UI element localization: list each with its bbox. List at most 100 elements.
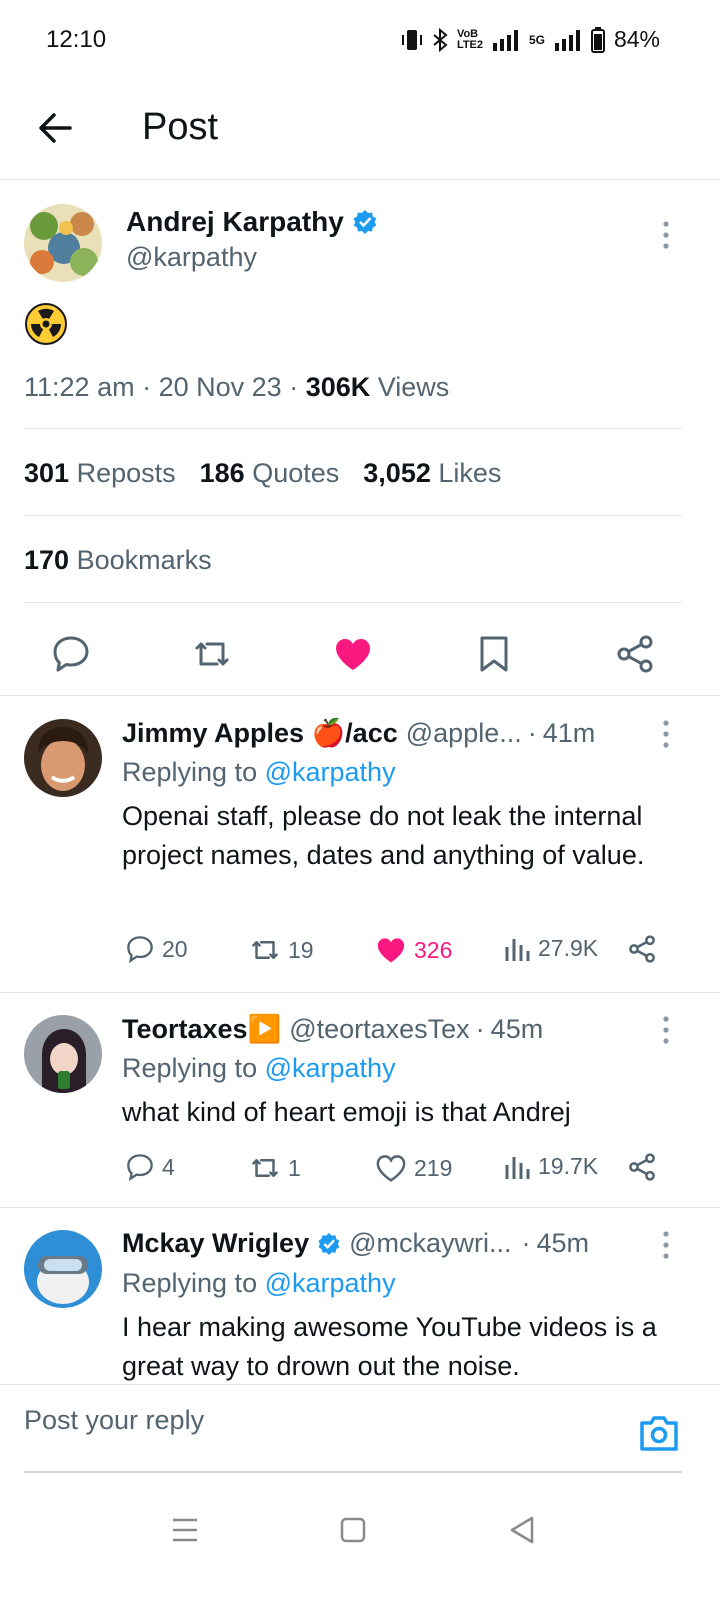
reply-views-button[interactable]: 27.9K: [504, 933, 598, 963]
reply-author-handle[interactable]: @mckaywri...: [349, 1228, 511, 1259]
replying-mention[interactable]: @karpathy: [265, 757, 396, 787]
square-icon: [340, 1517, 366, 1543]
radioactive-icon: [25, 303, 67, 345]
reply-header: Mckay Wrigley @mckaywri... · 45m: [122, 1228, 589, 1259]
analytics-icon: [505, 939, 530, 961]
bookmark-button[interactable]: [472, 632, 516, 676]
reply-more-button[interactable]: [656, 717, 676, 751]
camera-icon: [640, 1416, 678, 1451]
analytics-icon: [505, 1157, 530, 1179]
reply-time: 45m: [490, 1013, 544, 1044]
status-time: 12:10: [46, 26, 107, 53]
reply-comment-button[interactable]: 20: [124, 933, 188, 965]
more-vertical-icon: [663, 1231, 669, 1259]
reply-item[interactable]: Jimmy Apples 🍎/acc @apple... · 41m Reply…: [0, 697, 720, 993]
reply-views-button[interactable]: 19.7K: [504, 1151, 598, 1181]
replying-mention[interactable]: @karpathy: [265, 1053, 396, 1083]
reply-item[interactable]: Mckay Wrigley @mckaywri... · 45m Replyin…: [0, 1208, 720, 1384]
divider: [24, 515, 682, 516]
replying-prefix: Replying to: [122, 1053, 258, 1083]
reply-author-name[interactable]: Teortaxes▶️: [122, 1013, 281, 1045]
quotes-stat[interactable]: 186 Quotes: [200, 458, 340, 489]
quotes-count: 186: [199, 458, 245, 488]
author-name-text: Andrej Karpathy: [126, 206, 344, 237]
views-label[interactable]: Views: [378, 372, 450, 402]
reply-author-handle[interactable]: @apple...: [406, 718, 522, 749]
post-more-button[interactable]: [656, 218, 676, 252]
home-button[interactable]: [333, 1510, 373, 1550]
reply-author-handle[interactable]: @teortaxesTex: [289, 1014, 469, 1045]
comment-icon: [127, 936, 153, 964]
reply-dot: ·: [527, 717, 537, 748]
reply-share-button[interactable]: [626, 933, 658, 965]
divider: [24, 602, 682, 603]
reply-avatar[interactable]: [24, 1015, 102, 1093]
comment-count: 4: [162, 1153, 175, 1180]
comment-icon: [53, 636, 89, 672]
reply-text: I hear making awesome YouTube videos is …: [122, 1312, 657, 1381]
reply-underline: [24, 1471, 682, 1473]
more-vertical-icon: [663, 1016, 669, 1044]
bookmarks-count: 170: [24, 545, 70, 575]
reply-dot: ·: [475, 1013, 485, 1044]
replying-mention[interactable]: @karpathy: [265, 1268, 396, 1298]
bluetooth-icon: [433, 27, 448, 52]
system-nav-bar: [0, 1480, 720, 1600]
reply-like-button[interactable]: 219: [374, 1151, 452, 1185]
recents-button[interactable]: [165, 1510, 205, 1550]
reply-author-name[interactable]: Jimmy Apples 🍎/acc: [122, 717, 398, 749]
reply-repost-button[interactable]: 1: [248, 1151, 301, 1185]
replying-to: Replying to @karpathy: [122, 757, 396, 788]
reply-like-button[interactable]: 326: [374, 933, 452, 967]
reply-more-button[interactable]: [656, 1013, 676, 1047]
heart-filled-icon: [336, 639, 370, 670]
battery-percent: 84%: [613, 26, 660, 52]
triangle-back-icon: [510, 1516, 534, 1544]
bookmarks-label: Bookmarks: [76, 545, 212, 575]
bookmark-icon: [480, 636, 508, 672]
reply-repost-button[interactable]: 19: [248, 933, 314, 967]
reply-composer: [0, 1384, 720, 1472]
views-count: 19.7K: [538, 1152, 599, 1179]
reply-time: 41m: [542, 717, 596, 748]
share-icon: [629, 935, 655, 963]
arrow-left-icon: [39, 113, 72, 143]
reply-text: what kind of heart emoji is that Andrej: [122, 1097, 571, 1127]
reply-share-button[interactable]: [626, 1151, 658, 1183]
network-label-2: 5G: [528, 32, 545, 47]
meta-separator: ·: [289, 372, 306, 402]
back-button[interactable]: [34, 106, 78, 150]
post-stats: 301 Reposts 186 Quotes 3,052 Likes: [24, 458, 501, 489]
author-handle[interactable]: @karpathy: [126, 242, 257, 273]
meta-separator: ·: [142, 372, 159, 402]
reply-header: Teortaxes▶️ @teortaxesTex · 45m: [122, 1013, 543, 1045]
reply-button[interactable]: [49, 632, 93, 676]
likes-stat[interactable]: 3,052 Likes: [363, 458, 501, 489]
reply-item[interactable]: Teortaxes▶️ @teortaxesTex · 45m Replying…: [0, 993, 720, 1208]
signal-icon-2: [554, 29, 580, 51]
system-back-button[interactable]: [502, 1510, 542, 1550]
camera-button[interactable]: [638, 1413, 680, 1453]
bookmarks-stat[interactable]: 170 Bookmarks: [24, 545, 212, 576]
like-count: 219: [414, 1154, 453, 1181]
heart-filled-icon: [377, 938, 405, 963]
reply-actions: 20 19 326 27.9K: [122, 933, 672, 973]
reply-more-button[interactable]: [656, 1228, 676, 1262]
like-button[interactable]: [331, 632, 375, 676]
author-name[interactable]: Andrej Karpathy: [126, 206, 378, 238]
reply-input[interactable]: [24, 1405, 584, 1436]
reply-author-name[interactable]: Mckay Wrigley: [122, 1228, 309, 1259]
share-button[interactable]: [613, 632, 657, 676]
reply-comment-button[interactable]: 4: [124, 1151, 175, 1183]
post-meta: 11:22 am · 20 Nov 23 · 306K Views: [24, 372, 449, 403]
author-avatar[interactable]: [24, 204, 102, 282]
replying-to: Replying to @karpathy: [122, 1053, 396, 1084]
reply-avatar[interactable]: [24, 719, 102, 797]
reposts-stat[interactable]: 301 Reposts: [24, 458, 176, 489]
reply-avatar[interactable]: [24, 1230, 102, 1308]
replying-prefix: Replying to: [122, 757, 258, 787]
reply-text: Openai staff, please do not leak the int…: [122, 801, 645, 870]
share-icon: [629, 1153, 655, 1181]
post-action-bar: [0, 620, 720, 696]
repost-button[interactable]: [190, 632, 234, 676]
